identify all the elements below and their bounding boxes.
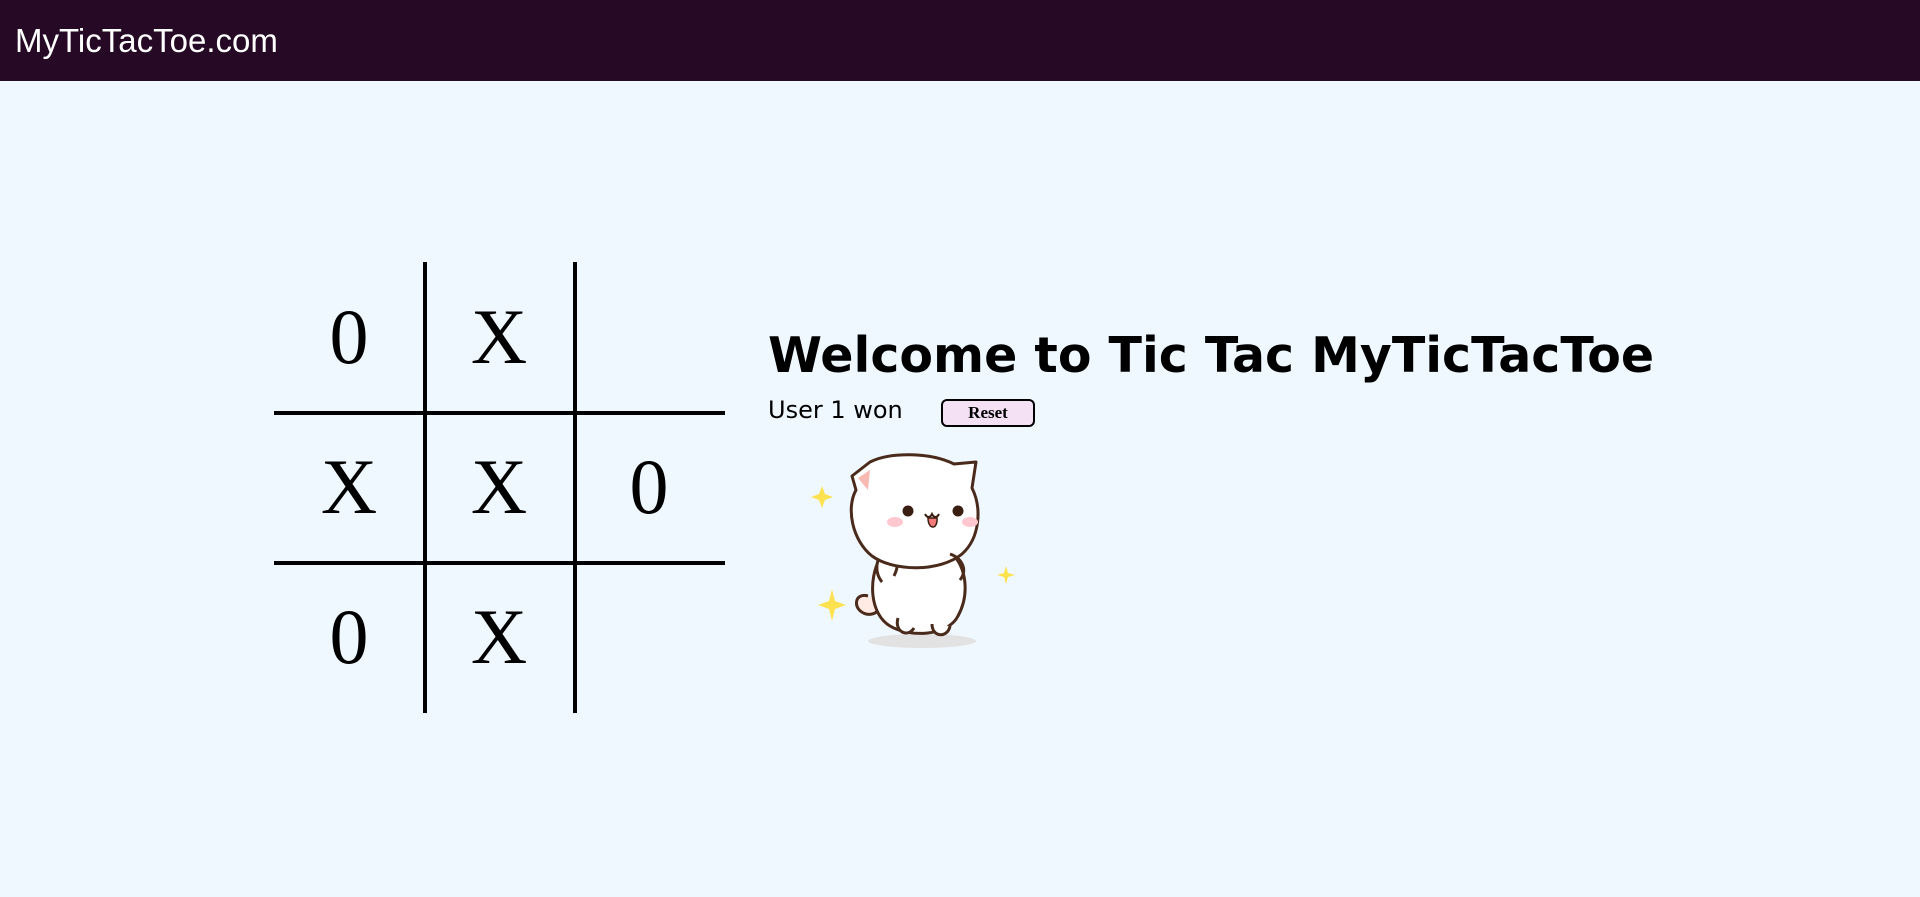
grid-line-vertical-2 [573, 262, 577, 713]
cat-right-blush [962, 517, 978, 527]
board-cell-2[interactable]: X [424, 262, 574, 412]
board-cell-5[interactable]: X [424, 412, 574, 562]
game-status-text: User 1 won [768, 396, 903, 424]
game-info-panel: Welcome to Tic Tac MyTicTacToe User 1 wo… [768, 318, 1655, 427]
brand-logo-text[interactable]: MyTicTacToe.com [15, 20, 278, 62]
board-cell-3[interactable] [574, 262, 724, 412]
board-cell-6[interactable]: 0 [574, 412, 724, 562]
board-cell-4[interactable]: X [274, 412, 424, 562]
sparkle-icon [811, 486, 833, 508]
top-navbar: MyTicTacToe.com [0, 0, 1920, 81]
dancing-cat-icon [811, 453, 1015, 648]
cat-tongue [927, 517, 938, 528]
grid-line-horizontal-1 [274, 411, 725, 415]
cat-left-eye [902, 505, 914, 517]
tic-tac-toe-board: 0 X X X 0 0 X [274, 262, 725, 713]
welcome-heading: Welcome to Tic Tac MyTicTacToe [768, 327, 1655, 384]
sparkle-icon [818, 589, 846, 621]
sparkle-icon [997, 566, 1015, 584]
cat-left-blush [887, 517, 903, 527]
cat-shadow [868, 634, 976, 648]
board-cell-7[interactable]: 0 [274, 562, 424, 712]
reset-button[interactable]: Reset [941, 399, 1035, 427]
grid-line-vertical-1 [423, 262, 427, 713]
grid-line-horizontal-2 [274, 561, 725, 565]
board-cell-9[interactable] [574, 562, 724, 712]
board-cell-8[interactable]: X [424, 562, 574, 712]
cat-right-eye [952, 505, 964, 517]
board-cell-1[interactable]: 0 [274, 262, 424, 412]
